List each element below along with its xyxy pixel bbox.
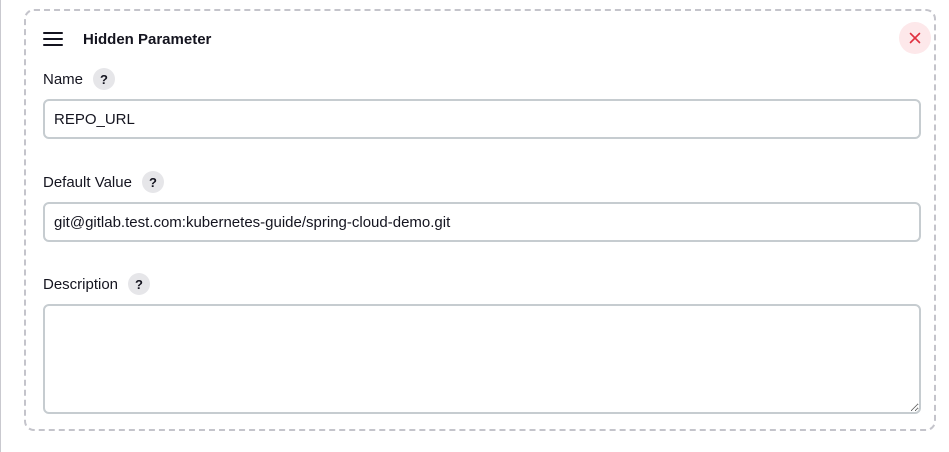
description-label: Description [43, 275, 119, 293]
default-value-help-icon[interactable]: ? [141, 171, 164, 193]
hidden-parameter-card: Hidden Parameter Name ? Default Value ? … [24, 9, 936, 431]
parameter-header: Hidden Parameter [43, 27, 211, 51]
default-value-input[interactable] [43, 202, 921, 242]
name-help-icon[interactable]: ? [93, 68, 116, 90]
description-textarea[interactable] [43, 304, 921, 414]
name-label-row: Name ? [43, 68, 116, 90]
description-help-icon[interactable]: ? [128, 273, 151, 295]
close-icon [909, 32, 921, 44]
default-value-label-row: Default Value ? [43, 171, 164, 193]
remove-parameter-button[interactable] [899, 22, 931, 54]
default-value-label: Default Value [43, 173, 132, 191]
menu-drag-icon[interactable] [43, 32, 63, 46]
description-label-row: Description ? [43, 273, 151, 295]
parameter-title: Hidden Parameter [83, 30, 212, 48]
name-label: Name [43, 70, 84, 88]
page-left-border [0, 0, 1, 452]
name-input[interactable] [43, 99, 921, 139]
